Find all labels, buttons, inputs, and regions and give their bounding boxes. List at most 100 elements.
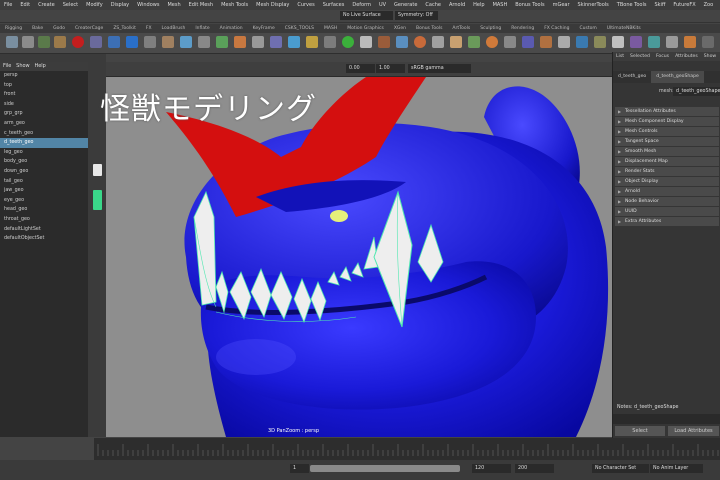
viewport[interactable] <box>106 77 612 437</box>
shelf-tab[interactable]: ZS_Toolkit <box>108 24 141 33</box>
outliner-item[interactable]: defaultLightSet <box>0 225 88 235</box>
shelf-tab[interactable]: LoadBrush <box>157 24 191 33</box>
merge-icon[interactable] <box>396 36 408 48</box>
outliner-item[interactable]: throat_geo <box>0 215 88 225</box>
menu-item[interactable]: Mesh Tools <box>217 0 252 10</box>
character-set-dropdown[interactable]: No Character Set <box>592 464 649 473</box>
attribute-section[interactable]: Tangent Space <box>615 137 719 146</box>
menu-item[interactable]: FutureFX <box>669 0 699 10</box>
bend-icon[interactable] <box>54 36 66 48</box>
shelf-tab[interactable]: Rendering <box>506 24 539 33</box>
attribute-section[interactable]: UUID <box>615 207 719 216</box>
plane-icon[interactable] <box>216 36 228 48</box>
menu-item[interactable]: MASH <box>489 0 512 10</box>
paint-icon[interactable] <box>486 36 498 48</box>
outliner-icon[interactable] <box>666 36 678 48</box>
attribute-menu-item[interactable]: Attributes <box>672 52 701 61</box>
outliner-item[interactable]: side <box>0 100 88 110</box>
menu-item[interactable]: Select <box>59 0 82 10</box>
grid-icon[interactable] <box>144 36 156 48</box>
outliner-menu-show[interactable]: Show <box>16 63 30 69</box>
quad-draw-icon[interactable] <box>468 36 480 48</box>
attribute-section[interactable]: Arnold <box>615 187 719 196</box>
cone-icon[interactable] <box>252 36 264 48</box>
menu-item[interactable]: mGear <box>549 0 574 10</box>
render-icon[interactable] <box>342 36 354 48</box>
shelf-tab[interactable]: CreaterCage <box>70 24 108 33</box>
scale-tool-icon[interactable] <box>22 36 34 48</box>
outliner-item[interactable]: eye_geo <box>0 196 88 206</box>
menu-item[interactable]: File <box>0 0 16 10</box>
menu-item[interactable]: SkinnerTools <box>574 0 613 10</box>
sphere-icon[interactable] <box>180 36 192 48</box>
bridge-icon[interactable] <box>324 36 336 48</box>
ipr-icon[interactable] <box>360 36 372 48</box>
outliner-menu-file[interactable]: File <box>3 63 11 69</box>
attribute-menu-item[interactable]: List <box>613 52 627 61</box>
attribute-menu-item[interactable]: Selected <box>627 52 653 61</box>
anim-layer-dropdown[interactable]: No Anim Layer <box>650 464 703 473</box>
move-tool-icon[interactable] <box>6 36 18 48</box>
freeze-icon[interactable] <box>558 36 570 48</box>
lattice-icon[interactable] <box>38 36 50 48</box>
attribute-menu-item[interactable]: Focus <box>653 52 672 61</box>
outliner-item[interactable]: head_geo <box>0 205 88 215</box>
outliner-item[interactable]: arm_geo <box>0 119 88 129</box>
node-tab[interactable]: d_teeth_geo <box>613 71 651 83</box>
start-frame-field[interactable]: 1 <box>290 464 309 473</box>
outliner-menu-help[interactable]: Help <box>34 63 45 69</box>
delete-icon[interactable] <box>72 36 84 48</box>
outliner-item[interactable]: leg_geo <box>0 148 88 158</box>
pivot-icon[interactable] <box>594 36 606 48</box>
menu-item[interactable]: Modify <box>82 0 107 10</box>
shelf-tab[interactable]: CSKS_TOOLS <box>280 24 319 33</box>
shelf-tab[interactable]: KeyFrame <box>248 24 280 33</box>
shelf-tab[interactable]: FX <box>141 24 157 33</box>
shelf-tab[interactable]: Bake <box>27 24 48 33</box>
cylinder-icon[interactable] <box>234 36 246 48</box>
outliner-item[interactable]: down_geo <box>0 167 88 177</box>
menu-item[interactable]: Edit <box>16 0 34 10</box>
menu-item[interactable]: Help <box>469 0 488 10</box>
menu-item[interactable]: TBone Tools <box>613 0 651 10</box>
settings-icon[interactable] <box>702 36 714 48</box>
outliner-item[interactable]: body_geo <box>0 157 88 167</box>
attribute-section[interactable]: Mesh Controls <box>615 127 719 136</box>
attribute-section[interactable]: Displacement Map <box>615 157 719 166</box>
menu-item[interactable]: Windows <box>133 0 163 10</box>
outliner-item[interactable]: jaw_geo <box>0 186 88 196</box>
live-surface-field[interactable]: No Live Surface <box>340 11 393 20</box>
shelf-tab[interactable]: Rigging <box>0 24 27 33</box>
uv-icon[interactable] <box>450 36 462 48</box>
menu-item[interactable]: Skiff <box>650 0 669 10</box>
outliner-item[interactable]: c_teeth_geo <box>0 129 88 139</box>
shelf-tab[interactable]: MASH <box>319 24 342 33</box>
shelf-tab[interactable]: Animation <box>215 24 248 33</box>
attribute-section[interactable]: Extra Attributes <box>615 217 719 226</box>
brush-icon[interactable] <box>162 36 174 48</box>
pipe-icon[interactable] <box>288 36 300 48</box>
range-end-field[interactable]: 200 <box>515 464 554 473</box>
notes-field[interactable] <box>613 414 720 424</box>
sculpt-sphere-icon[interactable] <box>414 36 426 48</box>
attribute-section[interactable]: Mesh Component Display <box>615 117 719 126</box>
menu-item[interactable]: Bonus Tools <box>511 0 548 10</box>
menu-item[interactable]: Mesh Display <box>252 0 293 10</box>
hypershade-icon[interactable] <box>630 36 642 48</box>
attribute-section[interactable]: Render Stats <box>615 167 719 176</box>
menu-item[interactable]: Zoo <box>700 0 718 10</box>
node-tab[interactable]: d_teeth_geoShape <box>651 71 704 83</box>
shelf-tab[interactable]: Bonus Tools <box>411 24 447 33</box>
menu-item[interactable]: Deform <box>348 0 375 10</box>
outliner-item[interactable]: grp_grp <box>0 109 88 119</box>
load-attributes-button[interactable]: Load Attributes <box>668 426 719 436</box>
shelf-tab[interactable]: Godo <box>48 24 70 33</box>
shelf-tab[interactable]: Sculpting <box>475 24 506 33</box>
attribute-section[interactable]: Node Behavior <box>615 197 719 206</box>
time-slider[interactable] <box>94 438 720 460</box>
select-button[interactable]: Select <box>615 426 665 436</box>
script-icon[interactable] <box>684 36 696 48</box>
separate-icon[interactable] <box>540 36 552 48</box>
menu-item[interactable]: Curves <box>293 0 318 10</box>
outliner-item[interactable]: defaultObjectSet <box>0 234 88 244</box>
